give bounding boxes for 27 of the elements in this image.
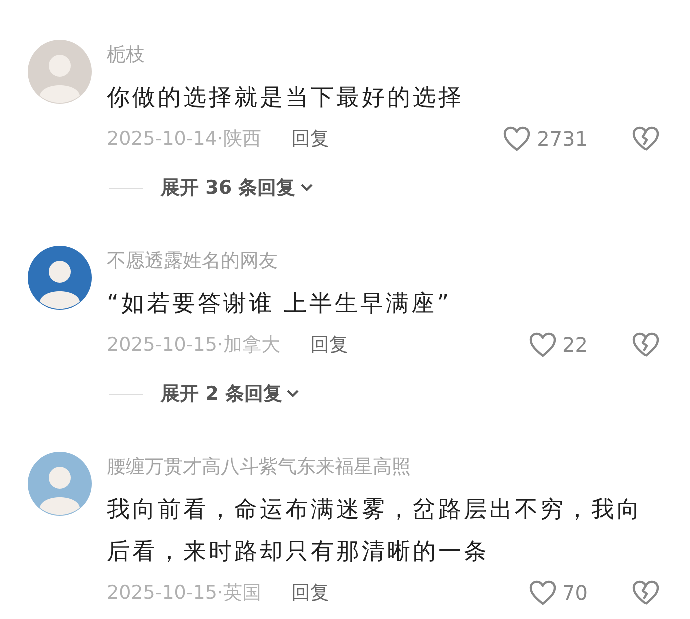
- chevron-down-icon: [286, 389, 300, 399]
- like-button[interactable]: 2731: [503, 126, 588, 152]
- reply-button[interactable]: 回复: [291, 580, 330, 606]
- broken-heart-icon[interactable]: [632, 332, 660, 358]
- comment-text: 我向前看，命运布满迷雾，岔路层出不穷，我向后看，来时路却只有那清晰的一条: [107, 496, 644, 567]
- expand-replies-button[interactable]: 展开 2 条回复: [107, 374, 300, 414]
- date-location: 2025-10-15·英国: [107, 581, 262, 606]
- reply-button[interactable]: 回复: [291, 126, 330, 152]
- heart-icon: [528, 580, 557, 606]
- reply-button[interactable]: 回复: [310, 332, 348, 358]
- like-button[interactable]: 22: [528, 332, 588, 358]
- expand-replies-button[interactable]: 展开 36 条回复: [107, 168, 314, 208]
- user-name[interactable]: 腰缠万贯才高八斗紫气东来福星高照: [107, 453, 411, 481]
- chevron-down-icon: [300, 183, 314, 193]
- comment-text: “如若要答谢谁 上半生早满座”: [107, 290, 452, 319]
- date-location: 2025-10-14·陕西: [107, 127, 262, 152]
- heart-icon: [503, 126, 532, 152]
- avatar-icon[interactable]: [28, 452, 92, 516]
- heart-icon: [528, 332, 557, 358]
- broken-heart-icon[interactable]: [632, 580, 660, 606]
- user-name[interactable]: 不愿透露姓名的网友: [107, 247, 278, 275]
- like-button[interactable]: 70: [528, 580, 588, 606]
- comment-text: 你做的选择就是当下最好的选择: [107, 84, 464, 113]
- date-location: 2025-10-15·加拿大: [107, 333, 280, 358]
- user-name[interactable]: 栀枝: [107, 41, 145, 69]
- broken-heart-icon[interactable]: [632, 126, 660, 152]
- avatar-icon[interactable]: [28, 246, 92, 310]
